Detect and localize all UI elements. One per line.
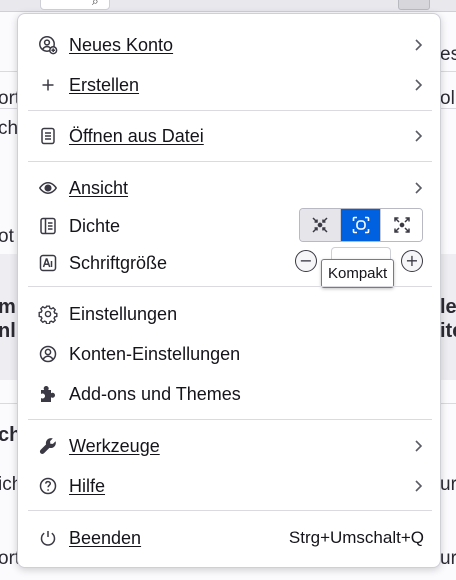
file-icon [37,125,59,147]
help-icon [37,475,59,497]
compact-mode-icon [312,217,328,233]
density-selector [299,208,423,242]
density-normal-button[interactable] [381,209,422,241]
menu-separator [28,510,432,511]
background-menu-button[interactable] [398,0,430,10]
menu-separator [28,419,432,420]
chevron-right-icon [415,440,423,452]
menu-item-label: Werkzeuge [69,435,160,456]
background-toolbar: ⌕ [0,0,456,12]
menu-item-quit[interactable]: Beenden Strg+Umschalt+Q [28,519,432,557]
background-search-field[interactable] [40,0,110,10]
menu-item-settings[interactable]: Einstellungen [28,295,432,333]
power-icon [37,527,59,549]
menu-item-label: Beenden [69,527,142,548]
chevron-right-icon [415,182,423,194]
eye-icon [37,177,59,199]
menu-item-label: Konten-Einstellungen [69,343,241,364]
search-icon: ⌕ [92,0,99,8]
account-settings-icon [37,343,59,365]
density-compact-button[interactable] [300,209,341,241]
menu-separator [28,110,432,111]
account-add-icon [37,34,59,56]
keyboard-shortcut: Strg+Umschalt+Q [288,528,424,547]
menu-item-label: Hilfe [69,475,106,496]
normal-mode-icon [393,217,410,233]
background-text: nl [0,320,16,342]
font-size-increase-button[interactable]: + [401,250,423,272]
background-text: ot [0,226,14,247]
menu-item-label: Schriftgröße [69,252,168,273]
menu-item-create[interactable]: Erstellen [28,66,432,104]
app-menu: Neues Konto Erstellen Öffnen aus Datei A… [17,13,441,568]
density-icon [37,215,59,237]
menu-item-label: Erstellen [69,74,140,95]
touch-mode-icon [352,216,369,234]
menu-item-help[interactable]: Hilfe [28,467,432,505]
chevron-right-icon [415,79,423,91]
menu-item-label: Öffnen aus Datei [69,125,204,146]
gear-icon [37,303,59,325]
background-text: es [440,44,456,65]
menu-separator [28,286,432,287]
menu-item-label: Dichte [69,215,121,236]
menu-item-account-settings[interactable]: Konten-Einstellungen [28,335,432,373]
chevron-right-icon [415,39,423,51]
background-text: ur [440,474,456,495]
density-tooltip: Kompakt [321,259,395,288]
menu-item-view[interactable]: Ansicht [28,169,432,207]
density-touch-button[interactable] [340,209,382,241]
menu-item-new-account[interactable]: Neues Konto [28,26,432,64]
menu-item-addons[interactable]: Add-ons und Themes [28,375,432,413]
chevron-right-icon [415,130,423,142]
menu-item-tools[interactable]: Werkzeuge [28,427,432,465]
font-size-icon [37,252,59,274]
plus-icon [37,74,59,96]
background-text: le [440,296,456,318]
menu-item-label: Neues Konto [69,34,174,55]
font-size-decrease-button[interactable]: − [295,250,317,272]
chevron-right-icon [415,480,423,492]
menu-item-label: Einstellungen [69,303,178,324]
wrench-icon [37,435,59,457]
background-text: m [0,296,16,318]
background-text: ite [440,320,456,342]
menu-item-open-file[interactable]: Öffnen aus Datei [28,117,432,155]
background-text: ch [0,118,19,139]
menu-item-label: Add-ons und Themes [69,383,241,404]
menu-separator [28,161,432,162]
puzzle-icon [37,383,59,405]
menu-item-label: Ansicht [69,177,129,198]
background-text: ur [440,548,456,569]
background-text: ol [440,88,455,109]
